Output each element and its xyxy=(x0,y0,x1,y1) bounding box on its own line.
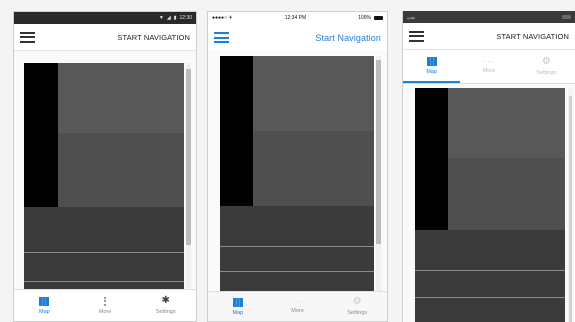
tab-map[interactable]: Map xyxy=(208,292,268,321)
tab-label: More xyxy=(482,68,496,74)
map-divider xyxy=(220,246,374,247)
more-vertical-icon xyxy=(104,296,107,306)
tab-label: Settings xyxy=(155,309,176,315)
signal-icon: ◢ xyxy=(166,15,171,21)
map-view[interactable] xyxy=(220,56,374,293)
tab-settings[interactable]: ✱ Settings xyxy=(135,290,196,321)
map-tile xyxy=(24,63,58,207)
scrollbar-thumb[interactable] xyxy=(186,69,191,245)
tab-settings[interactable]: ⚙ Settings xyxy=(518,50,575,83)
ios-nav-bar: Start Navigation xyxy=(208,24,387,51)
map-tile xyxy=(448,88,565,158)
hamburger-menu-icon[interactable] xyxy=(20,31,35,43)
map-tile xyxy=(220,56,253,206)
status-time: 12:34 PM xyxy=(284,15,307,21)
gear-icon: ⚙ xyxy=(352,296,362,307)
signal-icon: ▂▃ xyxy=(407,14,415,20)
map-divider xyxy=(415,270,565,271)
status-time: 12:30 xyxy=(179,15,192,21)
start-navigation-button[interactable]: Start Navigation xyxy=(315,33,381,43)
more-horizontal-icon: ··· xyxy=(483,57,495,66)
map-tile xyxy=(415,88,448,230)
tab-label: Map xyxy=(232,309,244,316)
wifi-icon: ▼ xyxy=(158,15,164,21)
tab-more[interactable]: ··· More xyxy=(460,50,517,83)
tab-label: Map xyxy=(426,68,438,75)
windows-pivot-tabs: Map ··· More ⚙ Settings xyxy=(403,50,575,84)
map-tile xyxy=(253,131,374,206)
battery-icon: ▮ xyxy=(173,15,177,21)
map-icon xyxy=(39,296,50,306)
map-view[interactable] xyxy=(24,63,184,292)
map-scrollbar[interactable] xyxy=(186,63,191,292)
battery-icon xyxy=(373,16,383,20)
map-divider xyxy=(24,281,184,282)
hamburger-menu-icon[interactable] xyxy=(409,30,424,42)
map-tile xyxy=(448,158,565,230)
tab-label: More xyxy=(98,308,112,315)
gear-icon: ⚙ xyxy=(541,56,551,67)
start-navigation-button[interactable]: START NAVIGATION xyxy=(117,33,190,42)
windows-status-bar: ▂▃ xyxy=(403,11,575,23)
android-app-bar: START NAVIGATION xyxy=(14,24,196,51)
tab-label: More xyxy=(291,308,304,314)
start-navigation-button[interactable]: START NAVIGATION xyxy=(496,32,569,41)
screenshot-stage: ▼ ◢ ▮ 12:30 START NAVIGATION Map More ✱ … xyxy=(0,0,575,322)
map-tile xyxy=(58,63,184,133)
tab-label: Map xyxy=(38,308,50,315)
map-scrollbar[interactable] xyxy=(376,56,381,293)
android-status-bar: ▼ ◢ ▮ 12:30 xyxy=(14,12,196,24)
battery-icon xyxy=(562,15,571,19)
map-tile xyxy=(58,133,184,207)
tab-more[interactable]: ··· More xyxy=(268,292,328,321)
ios-status-bar: ●●●●○ ✈ 12:34 PM 100% xyxy=(208,12,387,24)
hamburger-menu-icon[interactable] xyxy=(214,32,229,43)
tab-map[interactable]: Map xyxy=(403,50,461,83)
tab-label: Settings xyxy=(536,70,557,76)
windows-phone: ▂▃ START NAVIGATION Map ··· More ⚙ Setti… xyxy=(402,11,575,322)
map-divider xyxy=(415,297,565,298)
android-phone: ▼ ◢ ▮ 12:30 START NAVIGATION Map More ✱ … xyxy=(13,11,197,322)
android-bottom-nav: Map More ✱ Settings xyxy=(14,289,196,321)
map-scrollbar[interactable] xyxy=(568,88,573,322)
ios-phone: ●●●●○ ✈ 12:34 PM 100% Start Navigation M… xyxy=(207,11,388,322)
gear-icon: ✱ xyxy=(161,295,170,306)
map-icon xyxy=(426,56,437,66)
tab-more[interactable]: More xyxy=(75,290,136,321)
tab-settings[interactable]: ⚙ Settings xyxy=(327,292,387,321)
carrier-signal: ●●●●○ ✈ xyxy=(212,15,233,21)
tab-label: Settings xyxy=(347,310,368,316)
tab-map[interactable]: Map xyxy=(14,290,75,321)
map-divider xyxy=(220,271,374,272)
battery-percent: 100% xyxy=(358,15,371,21)
windows-app-bar: START NAVIGATION xyxy=(403,23,575,50)
map-icon xyxy=(232,297,243,307)
map-divider xyxy=(24,252,184,253)
scrollbar-thumb[interactable] xyxy=(569,96,572,322)
ios-tab-bar: Map ··· More ⚙ Settings xyxy=(208,291,387,321)
map-tile xyxy=(253,56,374,131)
map-view[interactable] xyxy=(415,88,565,322)
more-horizontal-icon: ··· xyxy=(292,297,303,306)
scrollbar-thumb[interactable] xyxy=(376,60,381,244)
